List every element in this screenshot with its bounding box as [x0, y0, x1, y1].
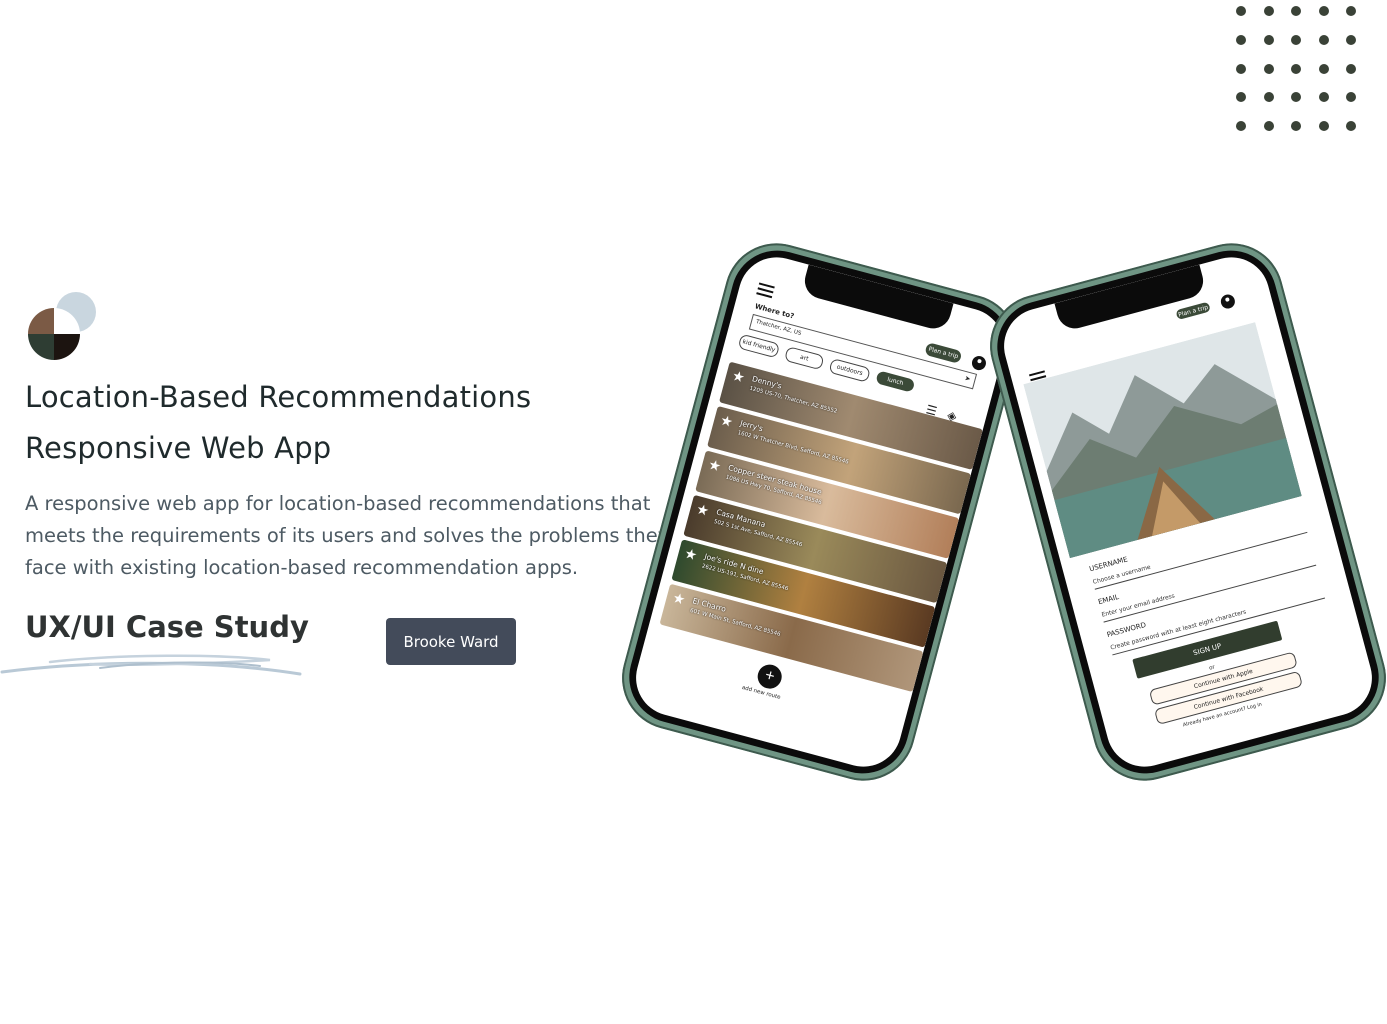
signup-screen: Plan a trip USERNAME Choose a username E…	[995, 248, 1381, 776]
filter-chip[interactable]: kid friendly	[737, 333, 781, 359]
phone-mockup-signup: Plan a trip USERNAME Choose a username E…	[978, 231, 1387, 793]
brush-underline-decoration	[0, 654, 302, 676]
search-screen: Plan a trip Where to? Thatcher, AZ, US ➤…	[627, 248, 1013, 776]
add-route-button[interactable]: +	[754, 661, 785, 692]
filter-chip-selected[interactable]: lunch	[875, 370, 916, 393]
page-title-line2: Responsive Web App	[25, 431, 332, 465]
star-icon[interactable]: ★	[707, 456, 723, 475]
star-icon[interactable]: ★	[695, 500, 711, 519]
filter-chip[interactable]: outdoors	[828, 357, 871, 383]
dot-grid-decoration	[1236, 6, 1360, 134]
or-divider: or	[1208, 664, 1216, 672]
profile-icon[interactable]	[1219, 292, 1237, 311]
profile-icon[interactable]	[970, 354, 988, 372]
case-study-heading: UX/UI Case Study	[25, 610, 309, 644]
locate-arrow-icon: ➤	[963, 374, 972, 384]
email-label: EMAIL	[1097, 592, 1120, 607]
plan-trip-button[interactable]: Plan a trip	[1175, 301, 1211, 321]
phone-mockup-search: Plan a trip Where to? Thatcher, AZ, US ➤…	[610, 231, 1030, 793]
star-icon[interactable]: ★	[730, 367, 746, 386]
hero-landscape-image	[1023, 322, 1302, 559]
brand-logo	[28, 292, 96, 360]
project-description: A responsive web app for location-based …	[25, 492, 670, 579]
page-title-line1: Location-Based Recommendations	[25, 380, 532, 414]
author-button[interactable]: Brooke Ward	[386, 618, 516, 665]
menu-icon[interactable]	[756, 282, 775, 299]
star-icon[interactable]: ★	[683, 545, 699, 564]
star-icon[interactable]: ★	[719, 411, 735, 430]
star-icon[interactable]: ★	[671, 589, 687, 608]
filter-chip[interactable]: art	[783, 346, 825, 371]
